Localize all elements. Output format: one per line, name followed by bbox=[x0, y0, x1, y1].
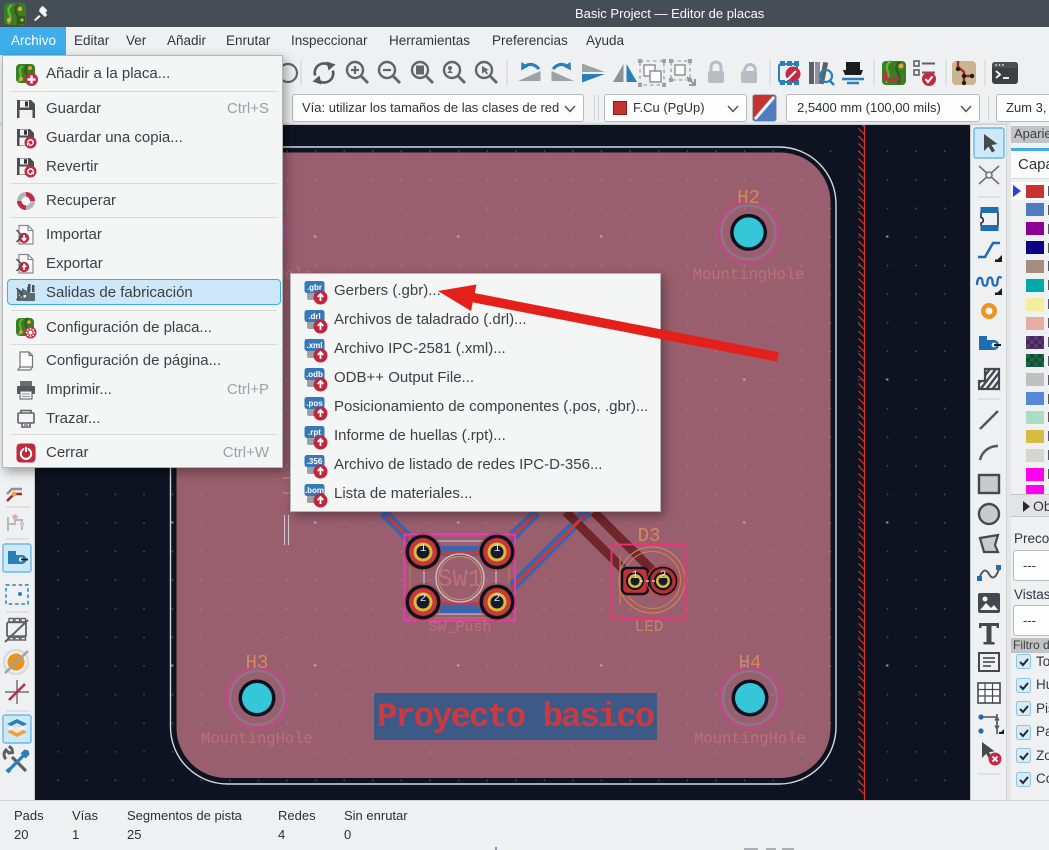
svg-text:2: 2 bbox=[660, 570, 667, 582]
svg-text:1: 1 bbox=[420, 543, 427, 555]
svg-text:H2: H2 bbox=[737, 187, 760, 209]
svg-text:MountingHole: MountingHole bbox=[693, 266, 805, 284]
svg-text:1: 1 bbox=[632, 570, 639, 582]
svg-text:H3: H3 bbox=[246, 652, 269, 674]
svg-text:2: 2 bbox=[420, 593, 427, 605]
svg-text:SW_Push: SW_Push bbox=[428, 619, 491, 636]
svg-text:Proyecto basico: Proyecto basico bbox=[377, 699, 654, 737]
svg-text:LED: LED bbox=[635, 618, 664, 636]
svg-text:.drl: .drl bbox=[308, 312, 320, 321]
svg-text:MountingHole: MountingHole bbox=[201, 730, 313, 748]
svg-text:MountingHole: MountingHole bbox=[694, 730, 806, 748]
svg-text:H4: H4 bbox=[739, 652, 762, 674]
svg-text:1: 1 bbox=[494, 543, 501, 555]
svg-text:SW1: SW1 bbox=[437, 565, 482, 594]
svg-text:2: 2 bbox=[494, 593, 501, 605]
svg-text:D3: D3 bbox=[638, 525, 661, 547]
